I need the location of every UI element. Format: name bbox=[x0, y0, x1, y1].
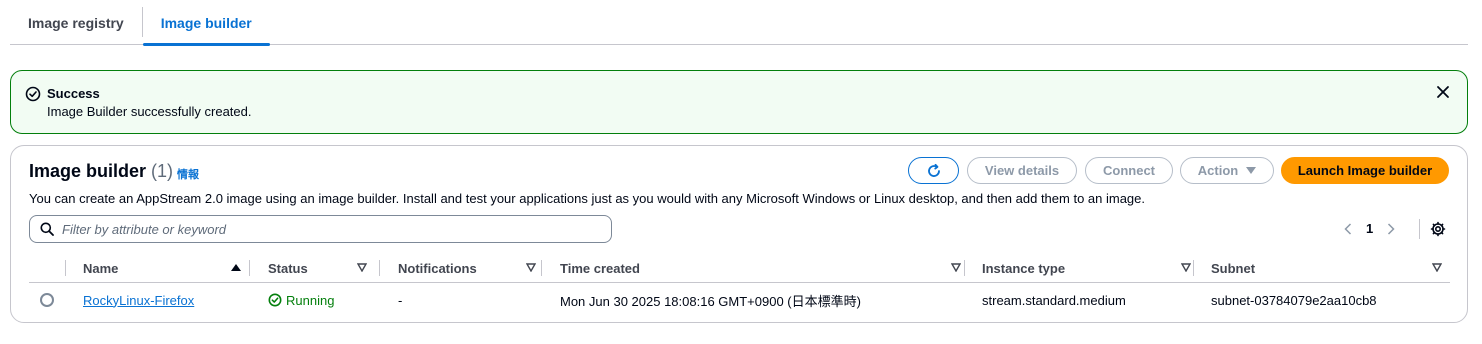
cell-name: RockyLinux-Firefox bbox=[83, 284, 194, 316]
column-header-notifications[interactable]: Notifications bbox=[398, 254, 536, 282]
row-select-radio[interactable] bbox=[40, 284, 54, 316]
column-header-name[interactable]: Name bbox=[83, 254, 241, 282]
cell-status: Running bbox=[268, 284, 334, 316]
sort-icon bbox=[357, 263, 367, 272]
close-icon[interactable] bbox=[1435, 84, 1451, 100]
gear-icon[interactable] bbox=[1430, 221, 1446, 237]
chevron-left-icon[interactable] bbox=[1344, 222, 1352, 235]
pagination-divider bbox=[1419, 219, 1420, 239]
column-header-time-created[interactable]: Time created bbox=[560, 254, 961, 282]
column-divider bbox=[249, 260, 250, 276]
chevron-right-icon[interactable] bbox=[1387, 222, 1395, 235]
sort-ascending-icon bbox=[231, 264, 241, 271]
column-label: Instance type bbox=[982, 260, 1066, 276]
pagination: 1 bbox=[1344, 221, 1395, 236]
column-header-instance-type[interactable]: Instance type bbox=[982, 254, 1191, 282]
status-badge: Running bbox=[268, 293, 334, 308]
column-divider bbox=[379, 260, 380, 276]
cell-notifications: - bbox=[398, 292, 403, 308]
launch-image-builder-button[interactable]: Launch Image builder bbox=[1281, 157, 1449, 184]
success-check-icon bbox=[268, 293, 282, 307]
success-check-icon bbox=[25, 86, 41, 102]
filter-input[interactable] bbox=[62, 221, 602, 237]
sort-icon bbox=[1432, 263, 1442, 272]
flash-title: Success bbox=[47, 86, 100, 101]
cell-instance-type: stream.standard.medium bbox=[982, 292, 1126, 308]
table-header: Name Status Notifications Time created I… bbox=[29, 254, 1450, 283]
tab-image-registry[interactable]: Image registry bbox=[10, 0, 142, 45]
column-divider bbox=[541, 260, 542, 276]
refresh-icon bbox=[927, 163, 940, 177]
action-label: Action bbox=[1197, 163, 1239, 178]
connect-button[interactable]: Connect bbox=[1085, 157, 1173, 184]
tab-bar: Image registry Image builder bbox=[10, 0, 1468, 46]
header-description: You can create an AppStream 2.0 image us… bbox=[29, 191, 1146, 206]
status-text: Running bbox=[286, 292, 335, 308]
current-page-number[interactable]: 1 bbox=[1366, 221, 1373, 236]
cell-subnet: subnet-03784079e2aa10cb8 bbox=[1211, 292, 1377, 308]
column-label: Subnet bbox=[1211, 260, 1256, 276]
cell-time-created: Mon Jun 30 2025 18:08:16 GMT+0900 (日本標準時… bbox=[560, 293, 861, 309]
item-count: (1) bbox=[151, 161, 174, 181]
view-details-button[interactable]: View details bbox=[967, 157, 1077, 184]
column-label: Status bbox=[268, 260, 308, 276]
tab-image-builder[interactable]: Image builder bbox=[142, 0, 270, 46]
column-divider bbox=[1193, 260, 1194, 276]
header-title: Image builder bbox=[29, 161, 147, 181]
sort-icon bbox=[526, 263, 536, 272]
column-label: Name bbox=[83, 260, 119, 276]
radio-button[interactable] bbox=[40, 293, 54, 307]
column-header-subnet[interactable]: Subnet bbox=[1211, 254, 1442, 282]
search-icon bbox=[40, 222, 54, 236]
info-link[interactable]: 情報 bbox=[177, 166, 199, 182]
caret-down-icon bbox=[1246, 166, 1257, 174]
refresh-button[interactable] bbox=[908, 157, 959, 184]
action-dropdown-button[interactable]: Action bbox=[1180, 157, 1274, 184]
success-flash-banner: Success Image Builder successfully creat… bbox=[10, 70, 1468, 134]
column-divider bbox=[65, 260, 66, 276]
column-label: Notifications bbox=[398, 260, 477, 276]
column-label: Time created bbox=[560, 260, 640, 276]
flash-message: Image Builder successfully created. bbox=[47, 104, 252, 119]
page-title: Image builder (1) bbox=[29, 161, 173, 182]
filter-field[interactable] bbox=[29, 215, 612, 243]
sort-icon bbox=[951, 263, 961, 272]
column-divider bbox=[964, 260, 965, 276]
image-builder-table-container: Image builder (1) 情報 You can create an A… bbox=[10, 145, 1468, 323]
image-builder-name-link[interactable]: RockyLinux-Firefox bbox=[83, 293, 194, 308]
table-row[interactable]: RockyLinux-Firefox Running - Mon Jun 30 … bbox=[29, 284, 1450, 316]
column-header-status[interactable]: Status bbox=[268, 254, 367, 282]
sort-icon bbox=[1181, 263, 1191, 272]
